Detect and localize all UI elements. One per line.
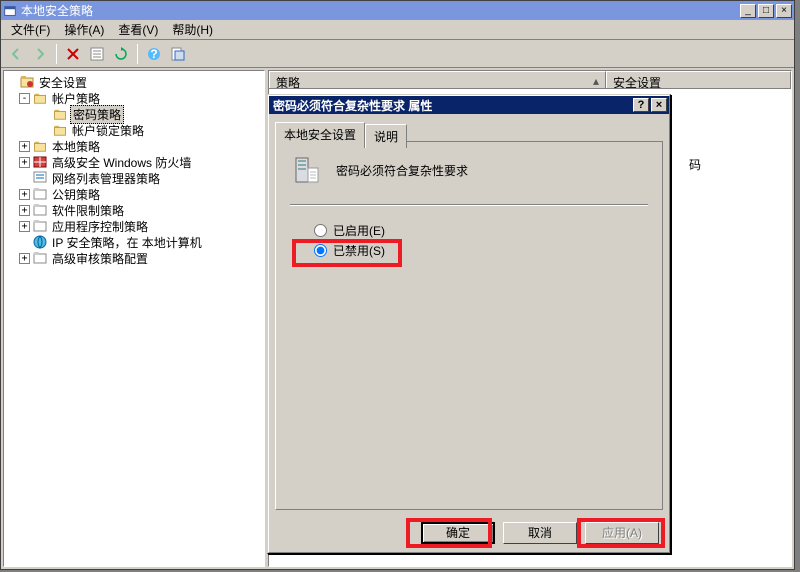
ok-button[interactable]: 确定	[421, 522, 495, 544]
tree-pane[interactable]: 安全设置 - 帐户策略 密码策略 帐户锁定策略	[3, 70, 265, 567]
tree-firewall[interactable]: + 高级安全 Windows 防火墙	[6, 154, 264, 170]
sort-indicator-icon: ▴	[593, 74, 599, 88]
tree-ipsec[interactable]: IP 安全策略，在 本地计算机	[6, 234, 264, 250]
dialog-close-button[interactable]: ×	[651, 98, 667, 112]
back-button	[5, 43, 27, 65]
menubar: 文件(F) 操作(A) 查看(V) 帮助(H)	[1, 20, 794, 40]
radio-disabled-input[interactable]	[314, 244, 327, 257]
radio-enabled[interactable]: 已启用(E)	[314, 220, 648, 240]
tree-password-policy[interactable]: 密码策略	[6, 106, 264, 122]
apply-button[interactable]: 应用(A)	[585, 522, 659, 544]
folder-icon	[52, 107, 68, 121]
tree-lockout-policy[interactable]: 帐户锁定策略	[6, 122, 264, 138]
folder-icon	[32, 91, 48, 105]
tree-pubkey[interactable]: + 公钥策略	[6, 186, 264, 202]
delete-button[interactable]	[62, 43, 84, 65]
network-icon	[32, 171, 48, 185]
toolbar: ?	[1, 40, 794, 68]
list-header: 策略 ▴ 安全设置	[269, 71, 791, 89]
svg-text:?: ?	[150, 47, 157, 61]
menu-file[interactable]: 文件(F)	[5, 19, 56, 40]
menu-action[interactable]: 操作(A)	[58, 19, 110, 40]
refresh-button[interactable]	[110, 43, 132, 65]
menu-view[interactable]: 查看(V)	[112, 19, 164, 40]
minimize-button[interactable]: _	[740, 4, 756, 18]
dialog-title: 密码必须符合复杂性要求 属性	[271, 97, 631, 114]
dialog-buttons: 确定 取消 应用(A)	[421, 522, 659, 544]
ipsec-icon	[32, 235, 48, 249]
toolbar-separator	[137, 44, 138, 64]
dialog-help-button[interactable]: ?	[633, 98, 649, 112]
folder-icon	[32, 203, 48, 217]
maximize-button[interactable]: □	[758, 4, 774, 18]
app-icon	[3, 4, 17, 18]
menu-help[interactable]: 帮助(H)	[166, 19, 219, 40]
folder-icon	[32, 219, 48, 233]
column-security[interactable]: 安全设置	[606, 71, 791, 88]
folder-icon	[32, 187, 48, 201]
cancel-button[interactable]: 取消	[503, 522, 577, 544]
security-settings-icon	[19, 75, 35, 89]
separator	[290, 204, 648, 206]
tree-root[interactable]: 安全设置	[6, 74, 264, 90]
properties-button[interactable]	[86, 43, 108, 65]
column-policy[interactable]: 策略 ▴	[269, 71, 606, 88]
radio-disabled[interactable]: 已禁用(S)	[314, 240, 648, 260]
titlebar[interactable]: 本地安全策略 _ □ ×	[1, 1, 794, 20]
tree-appctrl[interactable]: + 应用程序控制策略	[6, 218, 264, 234]
close-button[interactable]: ×	[776, 4, 792, 18]
properties-dialog: 密码必须符合复杂性要求 属性 ? × 本地安全设置 说明 密码必须符合复杂性要求…	[267, 94, 671, 554]
tab-explain[interactable]: 说明	[365, 124, 407, 148]
folder-icon	[32, 251, 48, 265]
tree-local-policy[interactable]: + 本地策略	[6, 138, 264, 154]
dialog-header-text: 密码必须符合复杂性要求	[336, 162, 468, 179]
dialog-body: 密码必须符合复杂性要求 已启用(E) 已禁用(S)	[275, 142, 663, 510]
toolbar-separator	[56, 44, 57, 64]
folder-icon	[32, 139, 48, 153]
tree-audit[interactable]: + 高级审核策略配置	[6, 250, 264, 266]
folder-icon	[52, 123, 68, 137]
export-button[interactable]	[167, 43, 189, 65]
tab-local-security[interactable]: 本地安全设置	[275, 122, 365, 148]
firewall-icon	[32, 155, 48, 169]
tree-network-list[interactable]: 网络列表管理器策略	[6, 170, 264, 186]
forward-button	[29, 43, 51, 65]
policy-server-icon	[290, 154, 322, 186]
tree-account-policy[interactable]: - 帐户策略	[6, 90, 264, 106]
tree-software[interactable]: + 软件限制策略	[6, 202, 264, 218]
help-button[interactable]: ?	[143, 43, 165, 65]
radio-enabled-input[interactable]	[314, 224, 327, 237]
dialog-titlebar[interactable]: 密码必须符合复杂性要求 属性 ? ×	[269, 96, 669, 114]
window-title: 本地安全策略	[21, 2, 740, 19]
radio-group: 已启用(E) 已禁用(S)	[314, 220, 648, 260]
list-row-fragment: 码	[689, 156, 701, 173]
